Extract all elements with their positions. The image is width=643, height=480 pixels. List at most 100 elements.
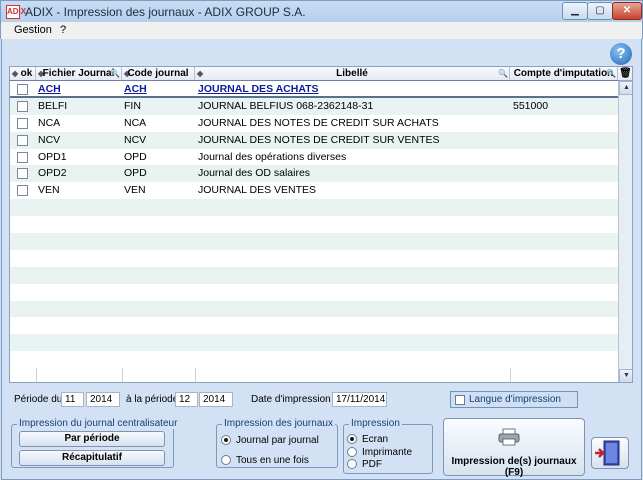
cell-code: ACH (124, 83, 147, 95)
table-row[interactable]: VEN VEN JOURNAL DES VENTES (10, 182, 618, 200)
row-checkbox[interactable] (17, 185, 28, 197)
par-periode-button[interactable]: Par période (19, 431, 165, 447)
row-checkbox[interactable] (17, 84, 28, 95)
empty-row (10, 233, 618, 250)
cell-fichier: BELFI (38, 99, 68, 112)
empty-row (10, 199, 618, 217)
table-row[interactable]: ACH ACH JOURNAL DES ACHATS (10, 80, 619, 99)
print-date-field[interactable]: 17/11/2014 (332, 392, 387, 407)
cell-libelle: JOURNAL DES NOTES DE CREDIT SUR VENTES (198, 133, 440, 146)
search-icon[interactable]: 🔍 (606, 67, 616, 80)
cell-libelle: JOURNAL DES VENTES (198, 184, 317, 197)
minimize-button[interactable]: ▁ (562, 2, 588, 20)
print-journals-button[interactable]: Impression de(s) journaux (F9) (443, 418, 585, 478)
table-row[interactable]: NCV NCV JOURNAL DES NOTES DE CREDIT SUR … (10, 131, 618, 149)
empty-row (10, 317, 618, 335)
recapitulatif-button[interactable]: Récapitulatif (19, 450, 165, 466)
radio-icon[interactable] (347, 459, 357, 469)
header-code-journal[interactable]: ◆ Code journal (122, 67, 195, 81)
radio-imprimante[interactable]: Imprimante (347, 447, 412, 458)
checkbox-icon[interactable] (455, 395, 465, 405)
grid-header: ◆ ok ◆ Fichier Journal 🔍 ◆ Code journal … (10, 67, 632, 81)
cell-libelle: JOURNAL DES NOTES DE CREDIT SUR ACHATS (198, 116, 439, 129)
empty-row (10, 266, 618, 284)
radio-icon[interactable] (347, 447, 357, 457)
cell-code: OPD (124, 150, 147, 163)
cell-libelle: JOURNAL BELFIUS 068-2362148-31 (198, 99, 374, 112)
delete-column-icon[interactable]: 🗑 (618, 67, 632, 81)
radio-journal-par-journal[interactable]: Journal par journal (221, 435, 319, 446)
impression-journaux-title: Impression des journaux (222, 418, 335, 429)
menu-help[interactable]: ? (60, 24, 66, 36)
row-checkbox[interactable] (17, 100, 28, 112)
cell-code: NCA (124, 116, 147, 129)
cell-fichier: NCA (38, 116, 61, 129)
cell-libelle: Journal des OD salaires (198, 167, 311, 180)
menu-gestion[interactable]: Gestion (14, 24, 52, 36)
journal-grid: ◆ ok ◆ Fichier Journal 🔍 ◆ Code journal … (9, 66, 633, 383)
empty-row (10, 300, 618, 318)
period-from-month-field[interactable]: 11 (61, 392, 84, 407)
cell-fichier: ACH (38, 83, 61, 95)
cell-code: FIN (124, 99, 141, 112)
window-title: ADIX - Impression des journaux - ADIX GR… (25, 5, 306, 19)
cell-fichier: NCV (38, 133, 61, 146)
cell-fichier: OPD2 (38, 167, 67, 180)
cell-code: OPD (124, 167, 147, 180)
exit-button[interactable] (591, 437, 629, 469)
vertical-scrollbar[interactable]: ▲ ▼ (618, 81, 632, 382)
search-icon[interactable]: 🔍 (498, 67, 508, 80)
radio-icon[interactable] (221, 435, 231, 445)
printer-icon (498, 428, 520, 446)
period-from-label: Période du (14, 394, 63, 405)
print-date-label: Date d'impression (251, 394, 331, 405)
empty-row (10, 249, 618, 267)
menu-bar: Gestion ? (0, 22, 643, 39)
cell-code: VEN (124, 184, 146, 197)
scroll-up-icon[interactable]: ▲ (619, 81, 632, 95)
cell-compte: 551000 (513, 99, 549, 112)
maximize-button[interactable]: ▢ (587, 2, 613, 20)
language-checkbox[interactable]: Langue d'impression (450, 391, 578, 408)
cell-libelle: JOURNAL DES ACHATS (198, 83, 319, 95)
empty-row (10, 351, 618, 369)
header-compte-imputation[interactable]: Compte d'imputation 🔍 (510, 67, 618, 81)
empty-row (10, 334, 618, 352)
empty-row (10, 283, 618, 301)
help-icon[interactable]: ? (610, 43, 632, 65)
table-row[interactable]: BELFI FIN JOURNAL BELFIUS 068-2362148-31… (10, 97, 618, 115)
cell-fichier: OPD1 (38, 150, 67, 163)
title-bar: ADIX ADIX - Impression des journaux - AD… (0, 0, 643, 22)
period-to-year-field[interactable]: 2014 (199, 392, 233, 407)
period-to-label: à la période (126, 394, 179, 405)
header-fichier-journal[interactable]: ◆ Fichier Journal 🔍 (36, 67, 122, 81)
centralisateur-title: Impression du journal centralisateur (17, 418, 180, 429)
search-icon[interactable]: 🔍 (110, 67, 120, 80)
cell-libelle: Journal des opérations diverses (198, 150, 347, 163)
radio-ecran[interactable]: Ecran (347, 434, 388, 445)
print-journals-label: Impression de(s) journaux (F9) (451, 456, 577, 478)
row-checkbox[interactable] (17, 117, 28, 129)
header-ok[interactable]: ◆ ok (10, 67, 36, 81)
exit-door-icon (595, 440, 620, 466)
period-to-month-field[interactable]: 12 (175, 392, 198, 407)
radio-icon[interactable] (221, 455, 231, 465)
period-from-year-field[interactable]: 2014 (86, 392, 120, 407)
grid-rows: ACH ACH JOURNAL DES ACHATS BELFI FIN JOU… (10, 80, 619, 369)
app-logo-icon: ADIX (6, 5, 26, 19)
row-checkbox[interactable] (17, 168, 28, 180)
scroll-down-icon[interactable]: ▼ (619, 369, 632, 382)
header-libelle[interactable]: ◆ Libellé 🔍 (195, 67, 510, 81)
radio-pdf[interactable]: PDF (347, 459, 382, 470)
table-row[interactable]: OPD1 OPD Journal des opérations diverses (10, 148, 618, 166)
cell-code: NCV (124, 133, 147, 146)
radio-icon[interactable] (347, 434, 357, 444)
table-row[interactable]: OPD2 OPD Journal des OD salaires (10, 165, 618, 183)
empty-row (10, 216, 618, 234)
row-checkbox[interactable] (17, 151, 28, 163)
radio-tous-en-une-fois[interactable]: Tous en une fois (221, 455, 309, 466)
row-checkbox[interactable] (17, 134, 28, 146)
close-button[interactable]: ✕ (612, 2, 642, 20)
table-row[interactable]: NCA NCA JOURNAL DES NOTES DE CREDIT SUR … (10, 114, 618, 132)
language-label: Langue d'impression (469, 394, 561, 405)
